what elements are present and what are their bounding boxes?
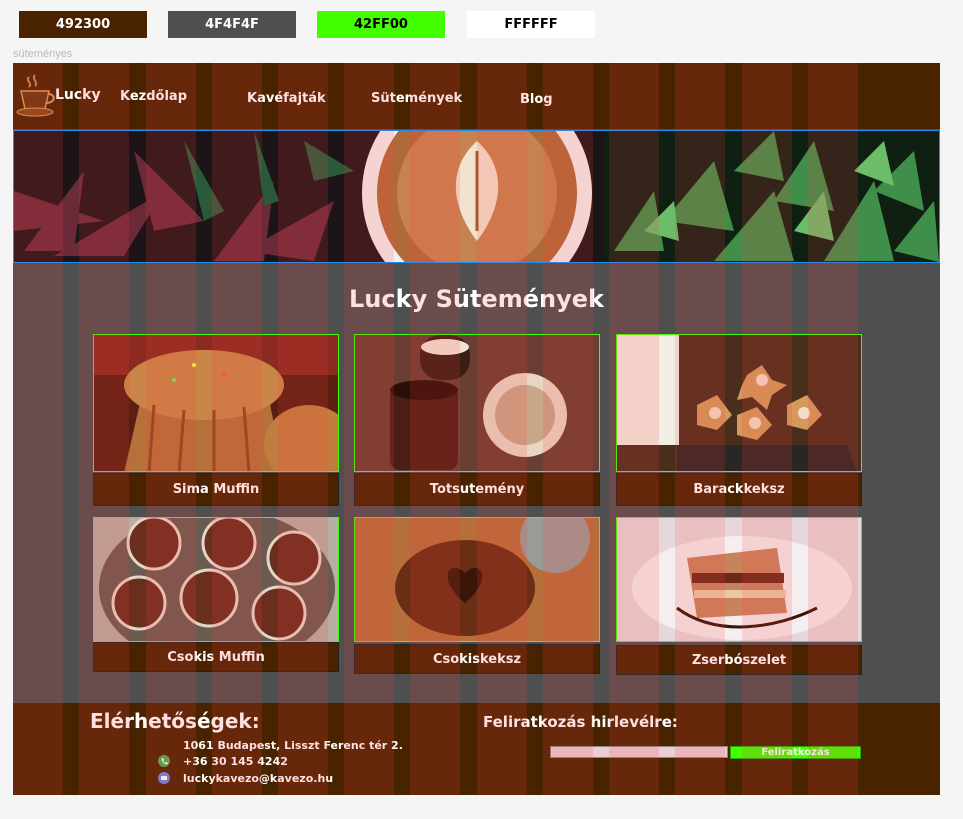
address-text: 1061 Budapest, Lisszt Ferenc tér 2. (183, 739, 403, 752)
footer: Elérhetőségek: 1061 Budapest, Lisszt Fer… (13, 703, 940, 795)
color-swatch-white: FFFFFF (467, 11, 595, 38)
product-image-csokis-muffin[interactable] (93, 517, 339, 642)
nav-pastries[interactable]: Sütemények (371, 91, 462, 106)
product-image-zserboszelet[interactable] (616, 517, 862, 642)
newsletter-title: Feliratkozás hirlevélre: (483, 713, 678, 731)
phone-text[interactable]: +36 30 145 4242 (183, 755, 288, 768)
color-swatch-gray: 4F4F4F (168, 11, 296, 38)
email-text[interactable]: luckykavezo@kavezo.hu (183, 772, 333, 785)
subscribe-button[interactable]: Feliratkozás (730, 746, 861, 759)
brand-name[interactable]: Lucky (55, 87, 101, 103)
newsletter-email-input[interactable] (550, 746, 728, 758)
product-label-csokiskeksz[interactable]: Csokiskeksz (354, 644, 600, 674)
phone-icon (158, 755, 170, 767)
nav-blog[interactable]: Blog (520, 92, 553, 107)
color-swatch-green: 42FF00 (317, 11, 445, 38)
product-label-totsutemeny[interactable]: Totsutemény (354, 473, 600, 506)
page-frame: Lucky Kezdőlap Kavéfajták Sütemények Blo… (13, 63, 940, 795)
product-label-barackkeksz[interactable]: Barackkeksz (616, 473, 862, 506)
frame-label: süteményes (13, 48, 73, 60)
hero-banner-image (13, 130, 940, 263)
product-image-csokiskeksz[interactable] (354, 517, 600, 642)
product-label-csokis-muffin[interactable]: Csokis Muffin (93, 642, 339, 672)
product-label-zserboszelet[interactable]: Zserbószelet (616, 645, 862, 675)
email-icon (158, 772, 170, 784)
page-title: Lucky Sütemények (349, 285, 604, 313)
nav-coffee-types[interactable]: Kavéfajták (247, 91, 326, 106)
header: Lucky Kezdőlap Kavéfajták Sütemények Blo… (13, 63, 940, 129)
product-image-totsutemeny[interactable] (354, 334, 600, 472)
product-image-barackkeksz[interactable] (616, 334, 862, 472)
coffee-cup-logo-icon[interactable] (15, 73, 57, 119)
product-label-sima-muffin[interactable]: Sima Muffin (93, 473, 339, 506)
color-swatch-brown: 492300 (19, 11, 147, 38)
product-image-sima-muffin[interactable] (93, 334, 339, 472)
contact-title: Elérhetőségek: (90, 709, 260, 733)
nav-home[interactable]: Kezdőlap (120, 89, 187, 104)
